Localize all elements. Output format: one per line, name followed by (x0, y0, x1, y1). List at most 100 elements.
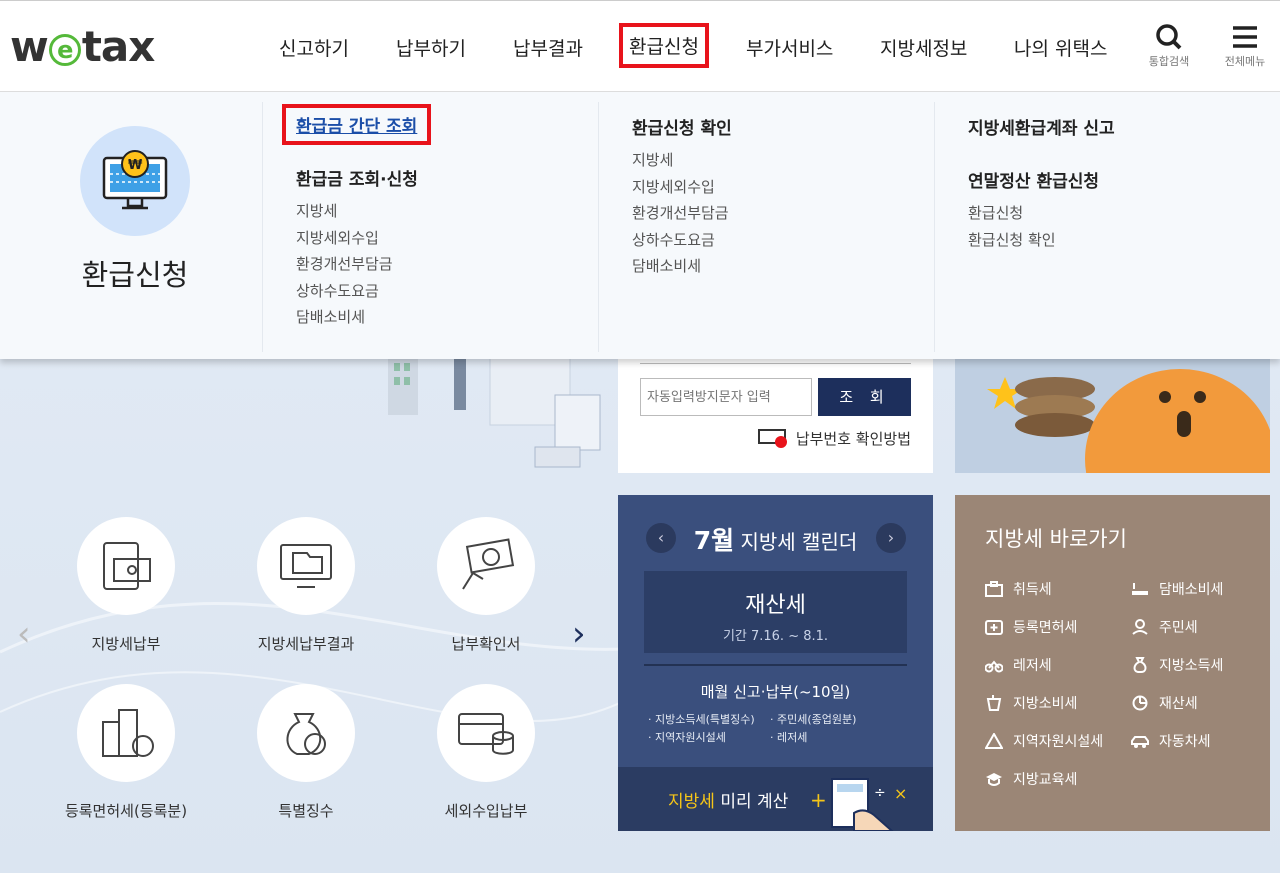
shortcuts-title: 지방세 바로가기 (985, 527, 1127, 551)
mascot-coins-illustration (987, 369, 1270, 473)
lookup-button[interactable]: 조 회 (818, 378, 911, 416)
col1-link-tobacco-tax[interactable]: 담배소비세 (296, 304, 598, 331)
hamburger-icon (1215, 23, 1275, 53)
col1-link-non-tax-revenue[interactable]: 지방세외수입 (296, 225, 598, 252)
quick-menu-non-tax-revenue-payment[interactable]: 세외수입납부 (416, 684, 556, 821)
dropdown-column-3: 지방세환급계좌 신고 연말정산 환급신청 환급신청 환급신청 확인 (934, 102, 1280, 352)
svg-text:+: + (810, 788, 827, 812)
quick-menu-special-collection[interactable]: 특별징수 (236, 684, 376, 821)
money-bag-icon (257, 684, 355, 782)
shortcut-property-tax[interactable]: 재산세 (1131, 693, 1198, 713)
hand-ticket-icon (437, 517, 535, 615)
calculator-hand-icon: + ÷ × (810, 778, 907, 831)
col2-link-non-tax-revenue[interactable]: 지방세외수입 (632, 174, 934, 201)
svg-text:×: × (894, 784, 907, 803)
cup-icon (985, 695, 1003, 711)
nav-report[interactable]: 신고하기 (279, 34, 349, 61)
captcha-input[interactable] (640, 378, 812, 416)
monthly-item: · 지방소득세(특별징수) (648, 713, 755, 726)
prev-arrow-icon[interactable]: ‹ (17, 614, 31, 654)
money-bag-icon (1131, 657, 1149, 673)
car-icon (1131, 733, 1149, 749)
svg-text:₩: ₩ (128, 158, 143, 173)
quick-menu-label: 세외수입납부 (444, 802, 528, 820)
divider (644, 664, 907, 666)
col1-link-water-fee[interactable]: 상하수도요금 (296, 278, 598, 305)
col2-link-tobacco-tax[interactable]: 담배소비세 (632, 253, 934, 280)
shortcut-local-income-tax[interactable]: 지방소득세 (1131, 655, 1223, 675)
calendar-title: 7월 지방세 캘린더 (618, 521, 933, 557)
nav-refund[interactable]: 환급신청 (619, 23, 709, 68)
shortcut-regional-resource-tax[interactable]: 지역자원시설세 (984, 731, 1103, 751)
shortcut-tobacco-tax[interactable]: 담배소비세 (1131, 579, 1223, 599)
promo-banner[interactable] (955, 359, 1270, 473)
col3-link-refund-confirm[interactable]: 환급신청 확인 (968, 227, 1280, 254)
monthly-heading: 매월 신고·납부(~10일) (700, 683, 851, 701)
shortcut-resident-tax[interactable]: 주민세 (1131, 617, 1198, 637)
shortcut-education-tax[interactable]: 지방교육세 (985, 769, 1077, 789)
col3-link-refund-request[interactable]: 환급신청 (968, 200, 1280, 227)
col2-link-local-tax[interactable]: 지방세 (632, 147, 934, 174)
refund-lookup-heading[interactable]: 환급금 조회·신청 (296, 165, 598, 190)
nav-local-tax-info[interactable]: 지방세정보 (880, 34, 967, 61)
quick-refund-lookup-link[interactable]: 환급금 간단 조회 (282, 104, 432, 145)
cigarette-icon (1131, 581, 1149, 597)
graduation-cap-icon (985, 771, 1003, 787)
quick-menu-local-tax-payment[interactable]: 지방세납부 (56, 517, 196, 654)
quick-menu-label: 등록면허세(등록분) (64, 802, 188, 820)
site-header: w e tax 신고하기 납부하기 납부결과 환급신청 부가서비스 지방세정보 나의… (0, 0, 1280, 92)
quick-menu-label: 특별징수 (278, 802, 334, 820)
payment-lookup-box: 조 회 납부번호 확인방법 (618, 359, 933, 473)
monthly-item: · 지역자원시설세 (648, 731, 726, 744)
calendar-label: 지방세 캘린더 (740, 530, 858, 554)
shortcut-automobile-tax[interactable]: 자동차세 (1131, 731, 1211, 751)
next-arrow-icon[interactable]: › (572, 614, 586, 654)
person-icon (1131, 619, 1149, 635)
nav-payment-result[interactable]: 납부결과 (513, 34, 583, 61)
refund-account-heading[interactable]: 지방세환급계좌 신고 (968, 114, 1280, 139)
wetax-logo[interactable]: w e tax (10, 25, 155, 69)
menu-category: ₩ 환급신청 (0, 92, 262, 359)
nav-payment[interactable]: 납부하기 (396, 34, 466, 61)
nav-extra-services[interactable]: 부가서비스 (746, 34, 833, 61)
nav-my-wetax[interactable]: 나의 위택스 (1014, 34, 1107, 61)
recycle-icon (984, 731, 1004, 749)
desk-illustration (388, 355, 601, 468)
monthly-tax-list: · 지방소득세(특별징수) · 주민세(종업원분) · 지역자원시설세 · 레저세 (648, 711, 892, 747)
card-coins-icon (437, 684, 535, 782)
wallet-card-icon (77, 517, 175, 615)
shortcut-leisure-tax[interactable]: 레저세 (984, 655, 1052, 675)
quick-menu-label: 지방세납부결과 (257, 635, 355, 653)
monitor-folder-icon (257, 517, 355, 615)
col1-link-environment-charge[interactable]: 환경개선부담금 (296, 251, 598, 278)
help-label: 납부번호 확인방법 (795, 430, 911, 448)
menu-label: 전체메뉴 (1224, 55, 1266, 68)
integrated-search-button[interactable]: 통합검색 (1139, 23, 1199, 69)
calendar-month: 7월 (693, 526, 735, 555)
medical-kit-icon (985, 619, 1003, 635)
search-icon (1139, 23, 1199, 53)
quick-menu-payment-certificate[interactable]: 납부확인서 (416, 517, 556, 654)
shortcut-registration-license-tax[interactable]: 등록면허세 (985, 617, 1077, 637)
col1-link-local-tax[interactable]: 지방세 (296, 198, 598, 225)
year-end-refund-heading[interactable]: 연말정산 환급신청 (968, 167, 1280, 192)
shortcut-acquisition-tax[interactable]: 취득세 (985, 579, 1052, 599)
current-tax-box[interactable]: 재산세 기간 7.16. ~ 8.1. (644, 571, 907, 653)
local-tax-shortcuts-panel: 지방세 바로가기 취득세 담배소비세 등록면허세 주민세 레저세 지방소득세 지… (955, 495, 1270, 831)
refund-confirm-heading[interactable]: 환급신청 확인 (632, 114, 934, 139)
bicycle-icon (984, 657, 1004, 673)
search-label: 통합검색 (1148, 55, 1190, 68)
col2-link-environment-charge[interactable]: 환경개선부담금 (632, 200, 934, 227)
dropdown-column-1: 환급금 간단 조회 환급금 조회·신청 지방세 지방세외수입 환경개선부담금 상… (262, 102, 598, 352)
quick-menu-payment-result[interactable]: 지방세납부결과 (236, 517, 376, 654)
monthly-item: · 레저세 (770, 731, 808, 744)
payment-number-help-link[interactable]: 납부번호 확인방법 (757, 427, 911, 449)
divider (640, 363, 911, 364)
pie-chart-icon (1131, 695, 1149, 711)
quick-menu-registration-license-tax[interactable]: 등록면허세(등록분) (56, 684, 196, 821)
refund-mega-menu: ₩ 환급신청 환급금 간단 조회 환급금 조회·신청 지방세 지방세외수입 환경… (0, 92, 1280, 359)
full-menu-button[interactable]: 전체메뉴 (1215, 23, 1275, 69)
tax-calculator-link[interactable]: 지방세 미리 계산 + ÷ × (618, 767, 933, 831)
col2-link-water-fee[interactable]: 상하수도요금 (632, 227, 934, 254)
shortcut-local-consumption-tax[interactable]: 지방소비세 (985, 693, 1077, 713)
